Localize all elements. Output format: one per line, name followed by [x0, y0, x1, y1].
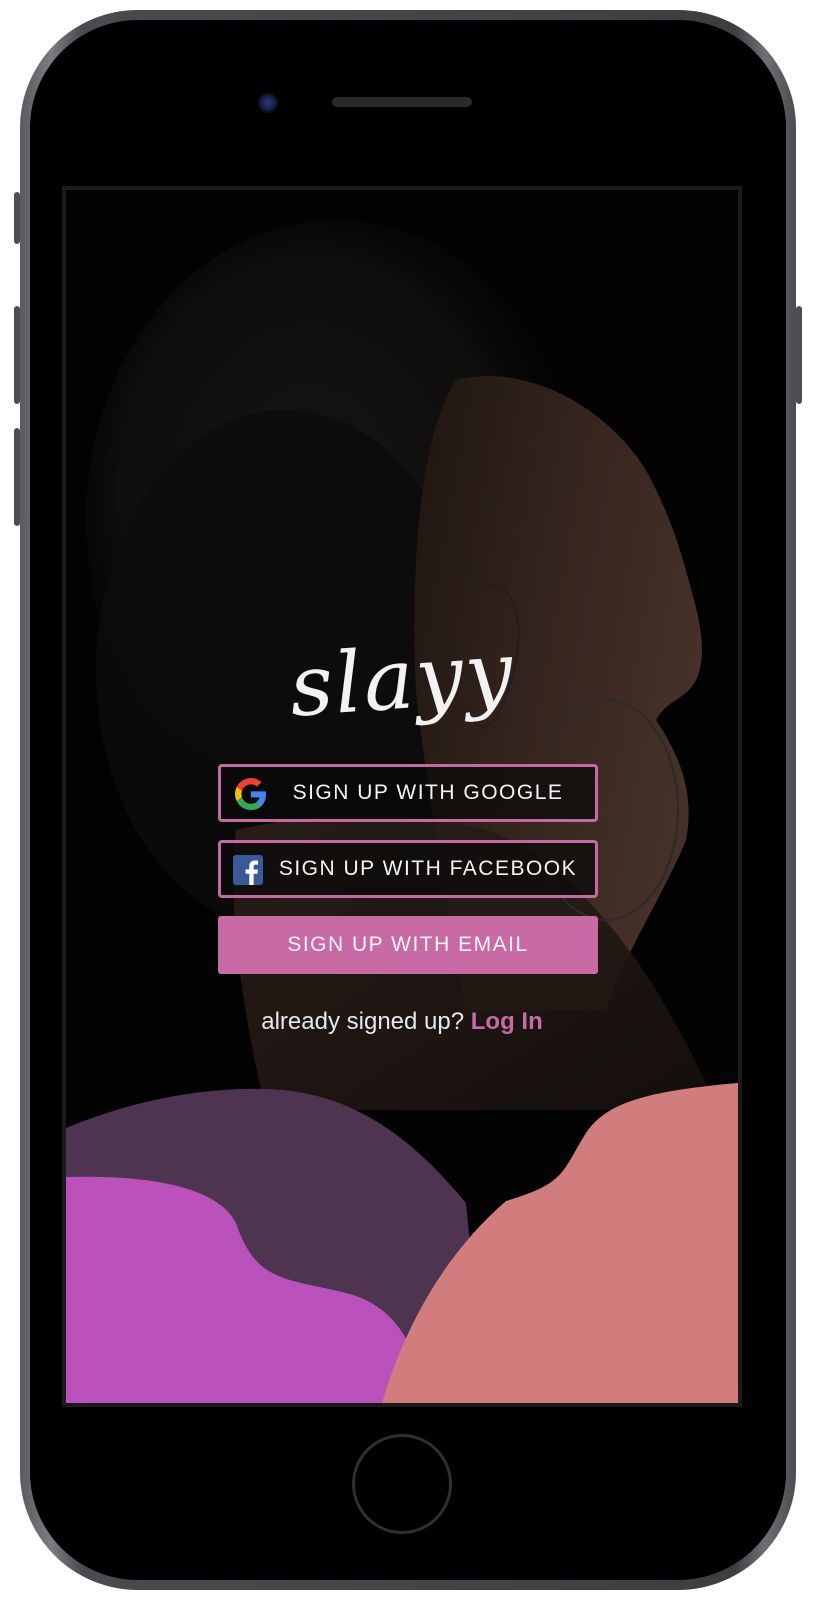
earpiece-speaker — [332, 97, 472, 107]
front-camera — [258, 93, 278, 113]
volume-up-button — [14, 306, 20, 404]
volume-down-button — [14, 428, 20, 526]
silent-switch — [14, 192, 20, 244]
email-signup-button[interactable]: SIGN UP WITH EMAIL — [218, 916, 598, 974]
facebook-signup-label: SIGN UP WITH FACEBOOK — [278, 857, 578, 880]
facebook-f-icon — [233, 855, 263, 885]
power-button — [796, 306, 802, 404]
login-prompt-line: already signed up? Log In — [66, 1008, 738, 1036]
login-prompt-text: already signed up? — [261, 1008, 465, 1035]
home-button[interactable] — [352, 1434, 452, 1534]
facebook-signup-button[interactable]: SIGN UP WITH FACEBOOK — [218, 840, 598, 898]
google-signup-label: SIGN UP WITH GOOGLE — [292, 781, 564, 804]
email-signup-label: SIGN UP WITH EMAIL — [287, 933, 529, 956]
app-screen: slayy SIGN UP WITH GOOGLE SIGN UP WITH F… — [62, 186, 742, 1407]
google-signup-button[interactable]: SIGN UP WITH GOOGLE — [218, 764, 598, 822]
login-link[interactable]: Log In — [471, 1008, 543, 1035]
decorative-waves — [66, 1083, 738, 1403]
google-g-icon — [235, 778, 266, 810]
